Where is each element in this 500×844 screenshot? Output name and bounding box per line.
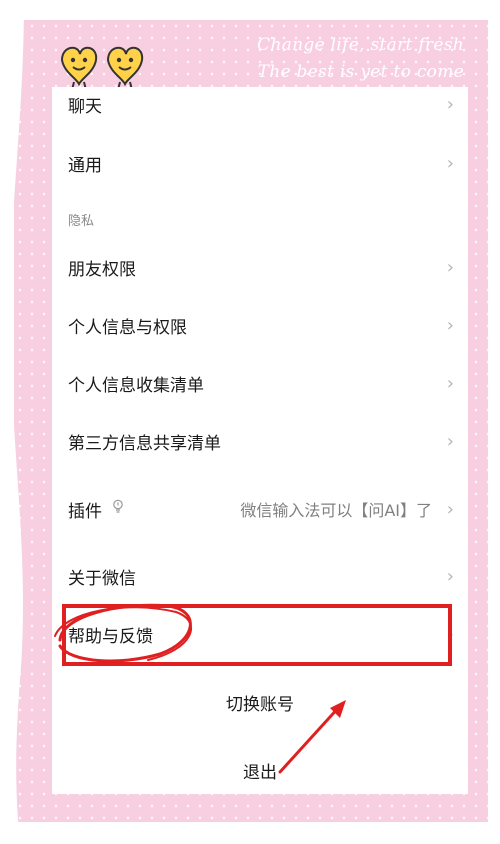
chevron-right-icon: ›	[446, 565, 454, 587]
chevron-right-icon: ›	[446, 256, 454, 278]
settings-item-about[interactable]: 关于微信 ›	[52, 547, 468, 605]
general-label: 通用	[68, 155, 102, 176]
third-party-sharing-label: 第三方信息共享清单	[68, 433, 221, 454]
settings-item-personal-info-collection[interactable]: 个人信息收集清单 ›	[52, 354, 468, 412]
settings-item-plugins[interactable]: 插件 微信输入法可以【问AI】了 ›	[52, 480, 468, 538]
settings-item-friend-permissions[interactable]: 朋友权限 ›	[52, 238, 468, 296]
logout-button[interactable]: 退出	[52, 758, 468, 783]
switch-account-button[interactable]: 切换账号	[52, 690, 468, 715]
chevron-right-icon: ›	[446, 152, 454, 174]
plugins-hint: 微信输入法可以【问AI】了	[240, 501, 432, 520]
slogan-line-1: Change life, start fresh	[257, 35, 464, 55]
chevron-right-icon: ›	[446, 372, 454, 394]
bulb-icon	[113, 499, 123, 513]
chevron-right-icon: ›	[446, 314, 454, 336]
chevron-right-icon: ›	[446, 498, 454, 520]
settings-item-personal-info-permissions[interactable]: 个人信息与权限 ›	[52, 296, 468, 354]
personal-info-permissions-label: 个人信息与权限	[68, 317, 187, 338]
chevron-right-icon: ›	[446, 430, 454, 452]
settings-item-general[interactable]: 通用 ›	[52, 134, 468, 192]
settings-item-chat[interactable]: 聊天 ›	[52, 75, 468, 133]
friend-permissions-label: 朋友权限	[68, 259, 136, 280]
highlight-box	[62, 604, 452, 666]
settings-item-third-party-sharing[interactable]: 第三方信息共享清单 ›	[52, 412, 468, 470]
personal-info-collection-label: 个人信息收集清单	[68, 375, 204, 396]
settings-panel: 聊天 › 通用 › 隐私 朋友权限 › 个人信息与权限 › 个人信息收集清单 ›…	[52, 87, 468, 794]
chat-label: 聊天	[68, 96, 102, 117]
privacy-section-header: 隐私	[68, 214, 95, 229]
about-label: 关于微信	[68, 568, 136, 589]
plugins-label: 插件	[68, 501, 102, 522]
chevron-right-icon: ›	[446, 93, 454, 115]
